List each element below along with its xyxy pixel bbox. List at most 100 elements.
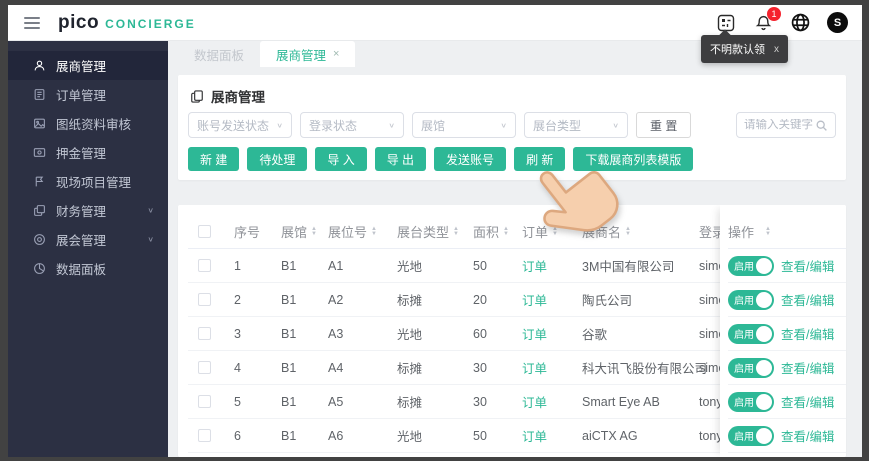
- row-checkbox[interactable]: [198, 395, 211, 408]
- order-link[interactable]: 订单: [522, 324, 547, 343]
- sort-icon[interactable]: ▲ ▼: [625, 226, 631, 237]
- pending-button[interactable]: 待处理: [247, 147, 308, 171]
- search-icon[interactable]: [815, 119, 828, 132]
- cell-hall: B1: [281, 394, 297, 409]
- send-account-button[interactable]: 发送账号: [434, 147, 507, 171]
- enable-toggle[interactable]: 启用: [728, 391, 774, 412]
- sort-icon[interactable]: ▲ ▼: [453, 226, 459, 237]
- actions-cell: 启用 查看/编辑: [728, 419, 846, 453]
- column-header-order: 订单: [522, 225, 549, 240]
- cell-index: 3: [234, 326, 241, 341]
- cell-exhibitor: Smart Eye AB: [582, 394, 660, 409]
- sidebar-item-finance-management[interactable]: 财务管理 ∨: [8, 196, 168, 225]
- language-globe-icon[interactable]: [790, 13, 810, 33]
- new-button[interactable]: 新 建: [188, 147, 240, 171]
- order-link[interactable]: 订单: [522, 426, 547, 445]
- tab-label: 数据面板: [194, 48, 245, 63]
- actions-cell: 启用 查看/编辑: [728, 249, 846, 283]
- select-all-checkbox[interactable]: [198, 225, 211, 238]
- select-login-status[interactable]: 登录状态 ∨: [300, 112, 404, 138]
- row-checkbox[interactable]: [198, 361, 211, 374]
- order-link[interactable]: 订单: [522, 290, 547, 309]
- tooltip-close-icon[interactable]: x: [774, 44, 779, 55]
- enable-toggle[interactable]: 启用: [728, 425, 774, 446]
- toggle-label: 启用: [734, 330, 754, 341]
- row-checkbox[interactable]: [198, 429, 211, 442]
- view-edit-link[interactable]: 查看/编辑: [781, 256, 834, 275]
- sidebar-item-deposit-management[interactable]: 押金管理: [8, 138, 168, 167]
- select-placeholder: 展馆: [421, 118, 446, 133]
- sort-icon[interactable]: ▲ ▼: [552, 226, 558, 237]
- tab-exhibitor-management[interactable]: 展商管理 ×: [260, 41, 356, 67]
- sort-icon[interactable]: ▲ ▼: [371, 226, 377, 237]
- reset-button[interactable]: 重 置: [636, 112, 692, 138]
- cell-area: 60: [473, 326, 487, 341]
- download-exhibitor-list-template-button[interactable]: 下载展商列表模版: [573, 147, 694, 171]
- export-button[interactable]: 导 出: [374, 147, 427, 171]
- view-edit-link[interactable]: 查看/编辑: [781, 324, 834, 343]
- search-input[interactable]: [744, 119, 815, 131]
- sort-icon[interactable]: ▲ ▼: [503, 226, 509, 237]
- sidebar-item-onsite-project-management[interactable]: 现场项目管理: [8, 167, 168, 196]
- chevron-down-icon: ∨: [147, 235, 154, 244]
- app-window: pico CONCIERGE 1 S 不明款认领 x 展商管理 订单管理 图纸资…: [8, 5, 862, 457]
- tab-close-icon[interactable]: ×: [333, 48, 339, 60]
- onsite-project-icon: [32, 175, 46, 189]
- cell-area: 50: [473, 428, 487, 443]
- keyword-search-box: [736, 112, 836, 138]
- topbar-actions: 1 S: [716, 6, 848, 33]
- sort-icon[interactable]: ▲ ▼: [765, 226, 771, 237]
- order-link[interactable]: 订单: [522, 392, 547, 411]
- user-avatar[interactable]: S: [827, 12, 848, 33]
- chevron-down-icon: ∨: [276, 120, 283, 129]
- select-booth-type[interactable]: 展台类型 ∨: [524, 112, 628, 138]
- enable-toggle[interactable]: 启用: [728, 255, 774, 276]
- enable-toggle[interactable]: 启用: [728, 357, 774, 378]
- cell-booth-type: 光地: [397, 328, 423, 342]
- cell-area: 20: [473, 292, 487, 307]
- enable-toggle[interactable]: 启用: [728, 289, 774, 310]
- document-stack-icon: [190, 89, 204, 104]
- import-button[interactable]: 导 入: [315, 147, 367, 171]
- view-edit-link[interactable]: 查看/编辑: [781, 426, 834, 445]
- unclaimed-funds-tooltip: 不明款认领 x: [701, 35, 788, 63]
- view-edit-link[interactable]: 查看/编辑: [781, 358, 834, 377]
- cell-exhibitor: 谷歌: [582, 328, 608, 342]
- cell-hall: B1: [281, 326, 297, 341]
- hamburger-menu-icon[interactable]: [24, 16, 40, 29]
- sidebar-item-drawing-review[interactable]: 图纸资料审核: [8, 109, 168, 138]
- column-header-booth-type: 展台类型: [397, 225, 450, 240]
- cell-booth-type: 标摊: [397, 396, 423, 410]
- refresh-button[interactable]: 刷 新: [514, 147, 566, 171]
- window-frame: pico CONCIERGE 1 S 不明款认领 x 展商管理 订单管理 图纸资…: [0, 0, 869, 461]
- actions-cell: 启用 查看/编辑: [728, 317, 846, 351]
- row-checkbox[interactable]: [198, 293, 211, 306]
- order-link[interactable]: 订单: [522, 358, 547, 377]
- toggle-label: 启用: [734, 364, 754, 375]
- action-button-row: 新 建 待处理 导 入 导 出 发送账号 刷 新 下载展商列表模版: [188, 147, 836, 171]
- view-edit-link[interactable]: 查看/编辑: [781, 392, 834, 411]
- select-hall[interactable]: 展馆 ∨: [412, 112, 516, 138]
- view-edit-link[interactable]: 查看/编辑: [781, 290, 834, 309]
- sort-icon[interactable]: ▲ ▼: [311, 226, 317, 237]
- select-account-send-status[interactable]: 账号发送状态 ∨: [188, 112, 292, 138]
- cell-hall: B1: [281, 292, 297, 307]
- select-placeholder: 登录状态: [309, 118, 358, 133]
- cell-booth-type: 标摊: [397, 362, 423, 376]
- sidebar-item-order-management[interactable]: 订单管理: [8, 80, 168, 109]
- cell-index: 4: [234, 360, 241, 375]
- tab-data-panel[interactable]: 数据面板: [178, 41, 260, 67]
- sidebar-item-exhibition-management[interactable]: 展会管理 ∨: [8, 225, 168, 254]
- notification-bell-icon[interactable]: 1: [753, 6, 781, 33]
- cell-exhibitor: 科大讯飞股份有限公司: [582, 362, 708, 376]
- actions-header: 操作 ▲ ▼: [728, 215, 846, 249]
- enable-toggle[interactable]: 启用: [728, 323, 774, 344]
- sidebar-item-exhibitor-management[interactable]: 展商管理: [8, 51, 168, 80]
- order-link[interactable]: 订单: [522, 256, 547, 275]
- cell-booth-no: A4: [328, 360, 344, 375]
- cell-index: 2: [234, 292, 241, 307]
- row-checkbox[interactable]: [198, 327, 211, 340]
- row-checkbox[interactable]: [198, 259, 211, 272]
- order-icon: [32, 88, 46, 102]
- sidebar-item-data-panel[interactable]: 数据面板: [8, 254, 168, 283]
